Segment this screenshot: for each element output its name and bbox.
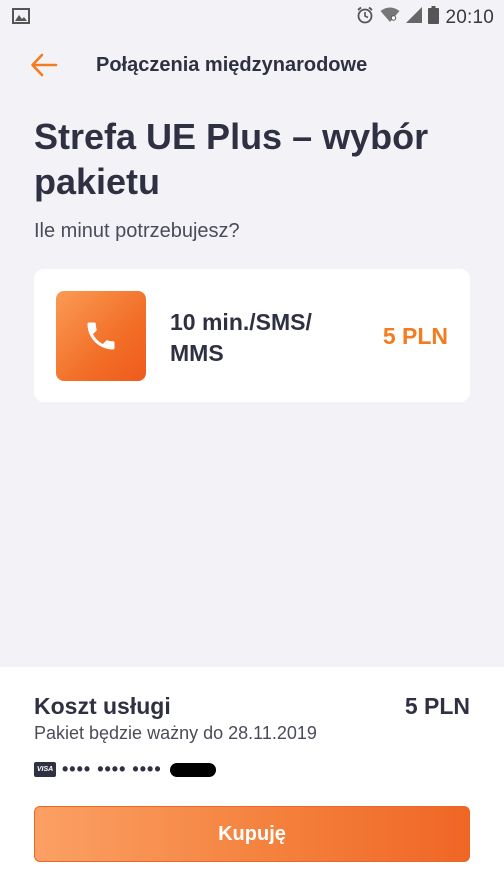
- image-notification-icon: [12, 8, 30, 29]
- cost-value: 5 PLN: [404, 693, 470, 719]
- status-time: 20:10: [445, 6, 494, 28]
- package-icon-tile: [56, 291, 146, 381]
- package-price: 5 PLN: [382, 323, 448, 349]
- alarm-icon: [356, 6, 374, 29]
- summary-panel: Koszt usługi 5 PLN Pakiet będzie ważny d…: [0, 667, 504, 896]
- status-bar: 20:10: [0, 0, 504, 34]
- buy-button[interactable]: Kupuję: [34, 806, 470, 862]
- cost-label: Koszt usługi: [34, 693, 171, 719]
- card-number-redaction: [169, 762, 216, 777]
- visa-icon: VISA: [34, 762, 56, 777]
- package-name: 10 min./SMS/ MMS: [170, 309, 312, 366]
- arrow-left-icon: [31, 53, 58, 77]
- package-card[interactable]: 10 min./SMS/ MMS 5 PLN: [34, 269, 470, 402]
- signal-icon: [406, 7, 423, 28]
- back-button[interactable]: [30, 52, 62, 80]
- minutes-question: Ile minut potrzebujesz?: [34, 220, 240, 242]
- page-title: Strefa UE Plus – wybór pakietu: [34, 116, 429, 202]
- header-title: Połączenia międzynarodowe: [96, 54, 368, 76]
- wifi-icon: [380, 7, 400, 28]
- payment-card-row: VISA •••• •••• ••••: [34, 759, 216, 780]
- battery-icon: [428, 6, 440, 29]
- validity-text: Pakiet będzie ważny do 28.11.2019: [34, 723, 317, 743]
- app-header: Połączenia międzynarodowe: [0, 40, 504, 92]
- card-number-mask: •••• •••• ••••: [62, 759, 162, 779]
- phone-icon: [87, 322, 115, 350]
